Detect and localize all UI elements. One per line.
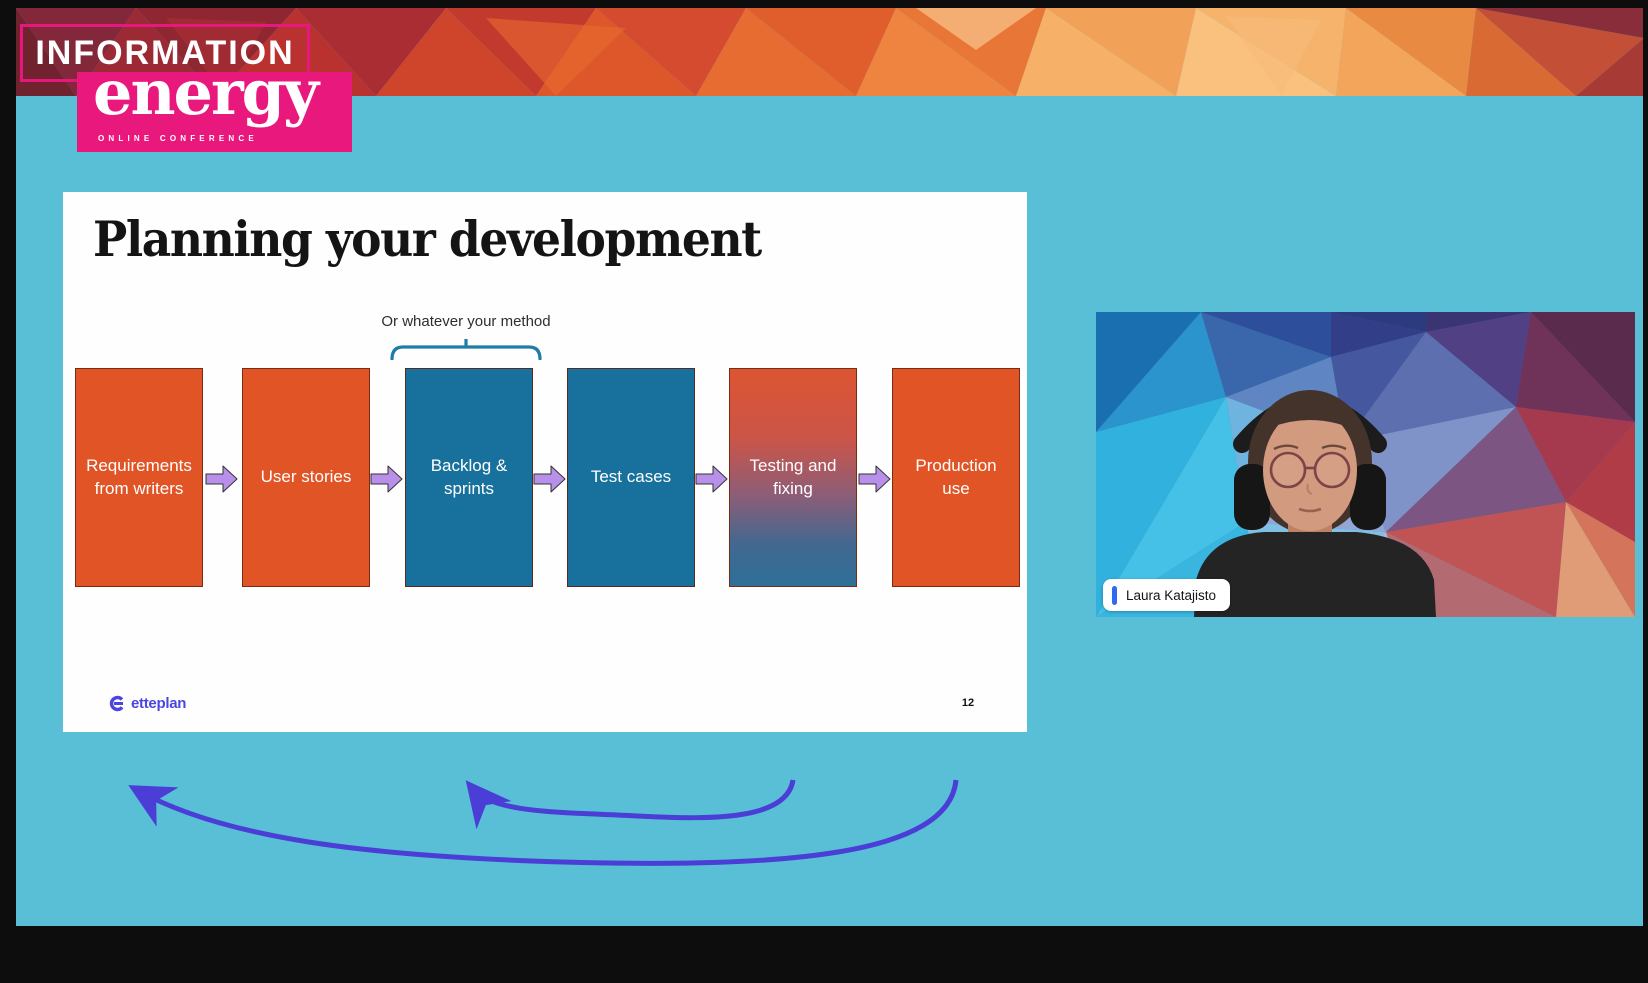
flow-arrow-icon — [205, 464, 239, 494]
etteplan-logo: etteplan — [109, 695, 186, 712]
presentation-slide: Planning your development Or whatever yo… — [63, 192, 1027, 732]
speaker-video: Laura Katajisto — [1096, 312, 1635, 617]
flow-box-production-use: Production use — [892, 368, 1020, 587]
flow-box-label: Backlog & sprints — [406, 455, 532, 499]
flow-box-testing-fixing: Testing and fixing — [729, 368, 857, 587]
flow-arrow-icon — [858, 464, 892, 494]
flow-box-label: User stories — [253, 466, 360, 488]
flow-box-user-stories: User stories — [242, 368, 370, 587]
feedback-arrows-icon — [63, 748, 1027, 908]
flow-box-label: Testing and fixing — [730, 455, 856, 499]
flow-box-requirements: Requirements from writers — [75, 368, 203, 587]
speaker-accent-bar — [1112, 586, 1117, 605]
speaker-video-frame — [1096, 312, 1635, 617]
flow-box-test-cases: Test cases — [567, 368, 695, 587]
letterbox-top — [0, 0, 1648, 8]
flow-arrow-icon — [370, 464, 404, 494]
flow-box-backlog-sprints: Backlog & sprints — [405, 368, 533, 587]
flow-box-label: Requirements from writers — [76, 455, 202, 499]
etteplan-wordmark: etteplan — [131, 695, 186, 712]
letterbox-left — [0, 0, 16, 926]
flow-box-label: Test cases — [583, 466, 679, 488]
brace-icon — [390, 339, 542, 360]
webinar-frame: INFORMATION energy ONLINE CONFERENCE Pla… — [0, 0, 1648, 983]
slide-page-number: 12 — [956, 697, 980, 709]
speaker-name: Laura Katajisto — [1126, 588, 1216, 603]
letterbox-right — [1643, 0, 1648, 926]
speaker-name-tag: Laura Katajisto — [1103, 579, 1230, 611]
method-annotation: Or whatever your method — [346, 313, 586, 330]
conference-logo-line2: energy — [93, 56, 317, 129]
etteplan-icon — [109, 695, 126, 712]
slide-title: Planning your development — [93, 210, 761, 268]
flow-arrow-icon — [695, 464, 729, 494]
flow-arrow-icon — [533, 464, 567, 494]
conference-logo-energy: energy ONLINE CONFERENCE — [77, 72, 352, 152]
flow-box-label: Production use — [893, 455, 1019, 499]
conference-logo-subtitle: ONLINE CONFERENCE — [98, 134, 258, 143]
letterbox-bottom — [0, 926, 1648, 983]
